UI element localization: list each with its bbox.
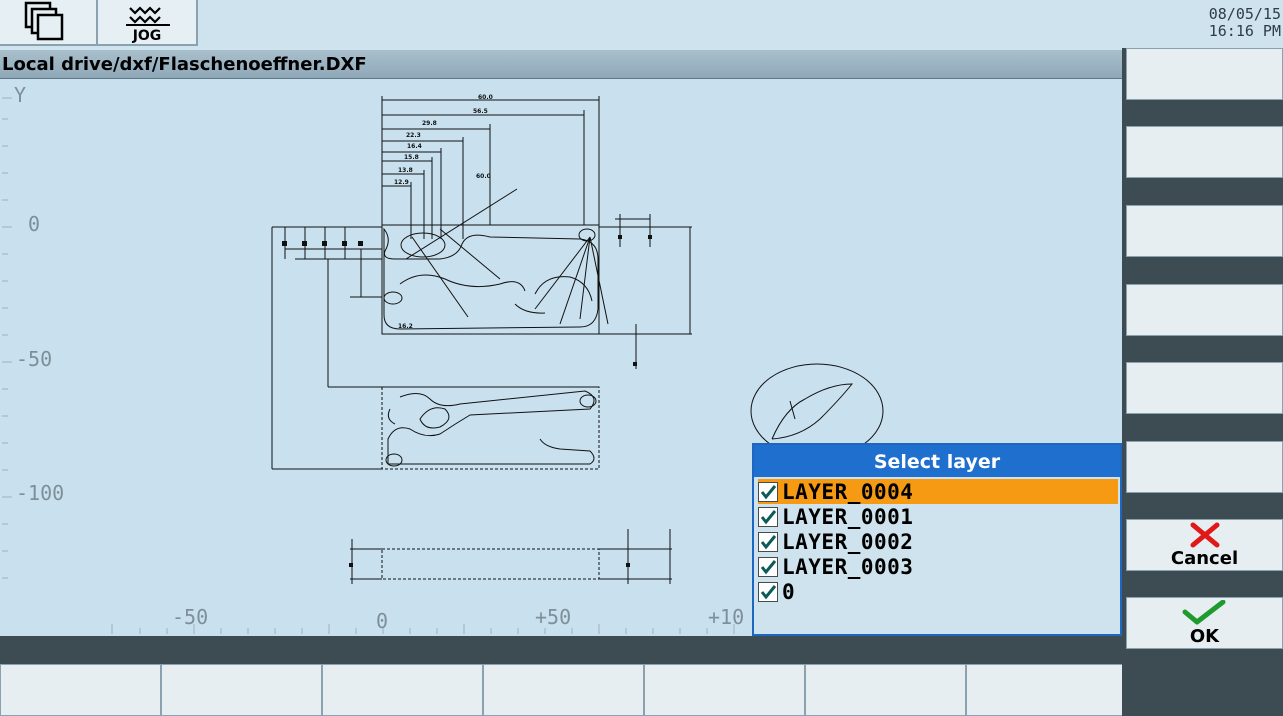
cancel-x-icon [1190,522,1220,548]
checkmark-icon [760,559,777,574]
layer-item-layer-0001[interactable]: LAYER_0001 [758,504,1118,529]
layer-checkbox[interactable] [758,531,778,552]
vertical-softkey-5[interactable] [1126,362,1283,414]
horizontal-softkey-7[interactable] [966,664,1126,716]
y-tick-label: -50 [16,347,53,371]
layer-item-layer-0002[interactable]: LAYER_0002 [758,529,1118,554]
y-axis-label: Y [14,83,27,107]
horizontal-softkey-3[interactable] [322,664,483,716]
jog-mode-button[interactable]: JOG [98,0,198,46]
x-tick-label: +10 [708,605,745,629]
ok-button[interactable]: OK [1126,597,1283,649]
checkmark-icon [760,484,777,499]
layer-name: LAYER_0001 [782,504,914,529]
x-tick-label: 0 [376,609,389,633]
window-switch-button[interactable] [0,0,98,46]
date-text: 08/05/15 [1208,5,1281,23]
ok-check-icon [1182,600,1226,625]
dim-label: 60.0 [478,94,493,101]
horizontal-softkey-4[interactable] [483,664,644,716]
jog-label: JOG [132,28,162,44]
layer-name: LAYER_0003 [782,554,914,579]
dim-label: 29.8 [422,120,437,127]
checkmark-icon [760,509,777,524]
layer-item-layer-0003[interactable]: LAYER_0003 [758,554,1118,579]
dialog-title: Select layer [754,445,1120,477]
layer-checkbox[interactable] [758,581,778,602]
horizontal-softkey-2[interactable] [161,664,322,716]
datetime-display: 08/05/15 16:16 PM [1209,6,1281,40]
vertical-softkey-4[interactable] [1126,284,1283,336]
vertical-softkey-1[interactable] [1126,48,1283,100]
dim-label: 16.2 [398,323,413,330]
select-layer-dialog: Select layer LAYER_0004 LAYER_0001 LAYER… [752,443,1122,636]
file-path-text: Local drive/dxf/Flaschenoeffner.DXF [2,54,367,75]
dim-label: 13.8 [398,167,413,174]
layer-item-layer-0004[interactable]: LAYER_0004 [758,479,1118,504]
layer-checkbox[interactable] [758,506,778,527]
bottom-strip [0,636,1126,664]
x-tick-label: +50 [535,605,572,629]
layer-checkbox[interactable] [758,556,778,577]
file-path-bar: Local drive/dxf/Flaschenoeffner.DXF [0,50,1122,79]
vertical-softkey-6[interactable] [1126,441,1283,493]
cancel-label: Cancel [1170,548,1239,569]
layer-name: 0 [782,579,796,604]
dim-label: 12.9 [394,179,409,186]
dim-label: 60.0 [476,173,491,180]
horizontal-softkey-1[interactable] [0,664,161,716]
dim-label: 22.3 [406,132,421,139]
dim-label: 56.5 [473,108,488,115]
horizontal-softkey-6[interactable] [805,664,966,716]
dim-label: 15.8 [404,154,419,161]
vertical-softkey-3[interactable] [1126,205,1283,257]
y-tick-label: 0 [28,212,41,236]
header-bar: JOG 08/05/15 16:16 PM [0,0,1283,48]
checkmark-icon [760,534,777,549]
checkmark-icon [760,584,777,599]
cancel-button[interactable]: Cancel [1126,519,1283,571]
windows-icon [24,1,64,41]
ok-label: OK [1189,626,1220,647]
vertical-softkey-2[interactable] [1126,126,1283,178]
horizontal-softkey-5[interactable] [644,664,805,716]
time-text: 16:16 PM [1208,22,1281,40]
y-tick-label: -100 [16,481,65,505]
layer-name: LAYER_0004 [782,479,914,504]
layer-name: LAYER_0002 [782,529,914,554]
dim-label: 16.4 [407,143,422,150]
layer-item-0[interactable]: 0 [758,579,1118,604]
x-tick-label: -50 [172,605,209,629]
jog-wave-icon [126,6,170,26]
layer-checkbox[interactable] [758,481,778,502]
